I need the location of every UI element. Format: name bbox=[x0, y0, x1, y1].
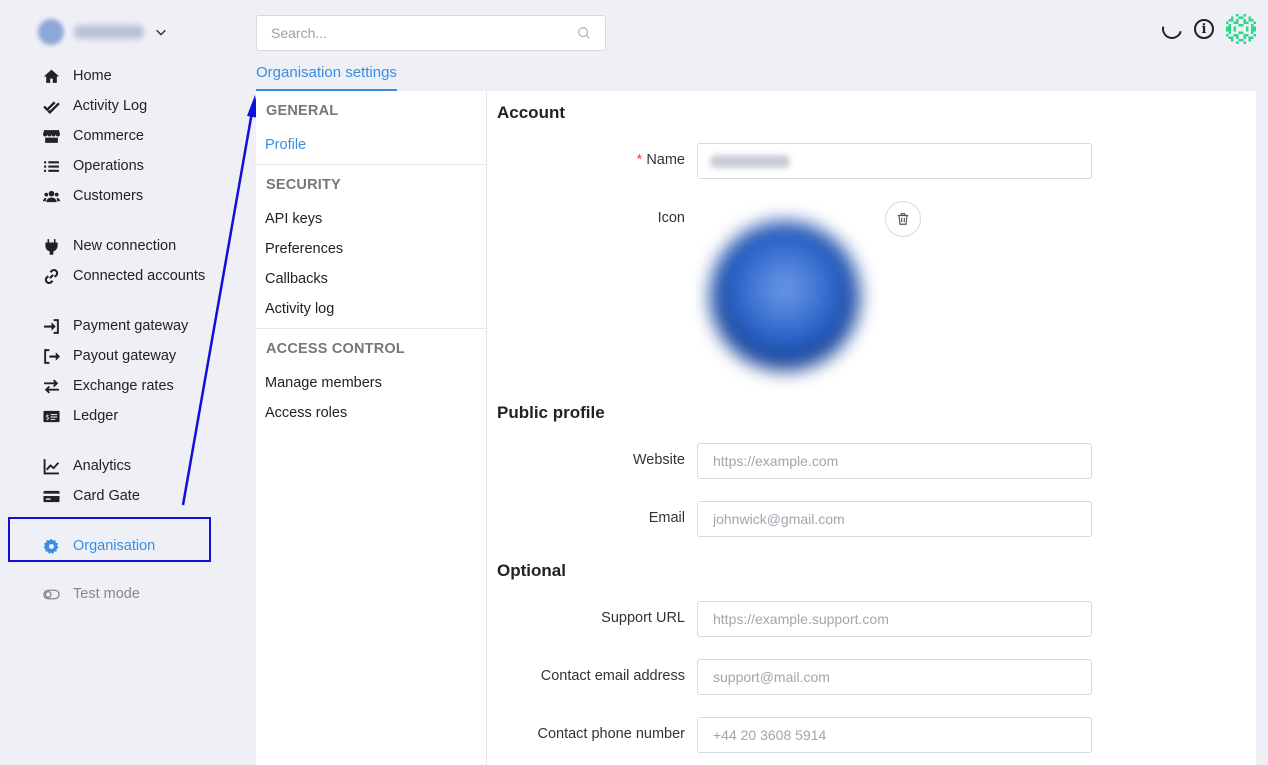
toggle-icon bbox=[40, 585, 62, 603]
loading-spinner-icon bbox=[1158, 15, 1186, 43]
required-mark: * bbox=[636, 152, 643, 168]
nav-label: New connection bbox=[73, 238, 177, 254]
exchange-icon bbox=[40, 377, 62, 395]
credit-card-icon bbox=[40, 487, 62, 505]
search-input[interactable] bbox=[271, 25, 577, 41]
heading-optional: Optional bbox=[497, 561, 566, 580]
sign-in-icon bbox=[40, 317, 62, 335]
nav-label: Operations bbox=[73, 158, 144, 174]
support-url-input[interactable] bbox=[697, 601, 1092, 637]
sidebar: Home Activity Log Commerce Operations Cu… bbox=[0, 0, 256, 765]
name-label-text: Name bbox=[646, 152, 685, 168]
org-icon-blurred bbox=[710, 220, 860, 371]
org-avatar bbox=[38, 19, 64, 45]
search-icon bbox=[578, 27, 590, 39]
section-heading-general: GENERAL bbox=[266, 103, 339, 119]
nav-item-analytics[interactable]: Analytics bbox=[40, 454, 131, 478]
sign-out-icon bbox=[40, 347, 62, 365]
settings-panel: GENERAL Profile SECURITY API keys Prefer… bbox=[256, 91, 1256, 765]
nav-item-commerce[interactable]: Commerce bbox=[40, 124, 144, 148]
trash-icon bbox=[897, 213, 909, 225]
divider bbox=[256, 164, 486, 165]
settings-subnav: GENERAL Profile SECURITY API keys Prefer… bbox=[256, 91, 487, 765]
name-value-blurred bbox=[710, 155, 790, 168]
delete-icon-button[interactable] bbox=[885, 201, 921, 237]
nav-item-customers[interactable]: Customers bbox=[40, 184, 143, 208]
contact-email-input[interactable] bbox=[697, 659, 1092, 695]
icon-label: Icon bbox=[657, 210, 685, 226]
org-icon-image[interactable] bbox=[691, 193, 879, 398]
contact-phone-label: Contact phone number bbox=[537, 726, 685, 742]
nav-item-operations[interactable]: Operations bbox=[40, 154, 144, 178]
plug-icon bbox=[40, 237, 62, 255]
email-input[interactable] bbox=[697, 501, 1092, 537]
nav-item-exchange-rates[interactable]: Exchange rates bbox=[40, 374, 174, 398]
annotation-highlight-box bbox=[8, 517, 211, 562]
subnav-item-access-roles[interactable]: Access roles bbox=[265, 405, 347, 421]
nav-label: Payout gateway bbox=[73, 348, 177, 364]
nav-item-home[interactable]: Home bbox=[40, 64, 112, 88]
chart-line-icon bbox=[40, 457, 62, 475]
heading-public-profile: Public profile bbox=[497, 403, 605, 422]
double-check-icon bbox=[40, 97, 62, 115]
subnav-item-preferences[interactable]: Preferences bbox=[265, 241, 343, 257]
nav-label: Customers bbox=[73, 188, 144, 204]
money-bill-icon: $ bbox=[40, 407, 62, 425]
support-url-label: Support URL bbox=[601, 610, 685, 626]
store-icon bbox=[40, 127, 62, 145]
nav-item-payout-gateway[interactable]: Payout gateway bbox=[40, 344, 176, 368]
nav-item-card-gate[interactable]: Card Gate bbox=[40, 484, 140, 508]
contact-email-label: Contact email address bbox=[540, 668, 685, 684]
nav-item-new-connection[interactable]: New connection bbox=[40, 234, 176, 258]
nav-item-payment-gateway[interactable]: Payment gateway bbox=[40, 314, 188, 338]
divider bbox=[256, 328, 486, 329]
nav-label: Analytics bbox=[73, 458, 132, 474]
org-name-blurred bbox=[74, 25, 144, 39]
search-box[interactable] bbox=[256, 15, 606, 51]
section-heading-access-control: ACCESS CONTROL bbox=[266, 341, 405, 357]
nav-label: Test mode bbox=[73, 586, 140, 602]
nav-item-connected-accounts[interactable]: Connected accounts bbox=[40, 264, 205, 288]
nav-label: Commerce bbox=[73, 128, 144, 144]
info-icon[interactable]: i bbox=[1194, 19, 1214, 39]
users-icon bbox=[40, 187, 62, 205]
nav-label: Activity Log bbox=[73, 98, 148, 114]
user-identicon-avatar[interactable] bbox=[1226, 14, 1256, 44]
name-label: * Name bbox=[485, 152, 685, 168]
subnav-item-callbacks[interactable]: Callbacks bbox=[265, 271, 328, 287]
contact-phone-input[interactable] bbox=[697, 717, 1092, 753]
test-mode-toggle[interactable]: Test mode bbox=[40, 582, 140, 606]
org-switcher[interactable] bbox=[38, 19, 168, 45]
tab-organisation-settings[interactable]: Organisation settings bbox=[256, 62, 397, 91]
nav-label: Exchange rates bbox=[73, 378, 174, 394]
subnav-item-activity-log[interactable]: Activity log bbox=[265, 301, 334, 317]
section-heading-security: SECURITY bbox=[266, 177, 341, 193]
website-input[interactable] bbox=[697, 443, 1092, 479]
svg-text:$: $ bbox=[45, 413, 49, 421]
subnav-item-manage-members[interactable]: Manage members bbox=[265, 375, 382, 391]
nav-label: Card Gate bbox=[73, 488, 140, 504]
subnav-item-profile[interactable]: Profile bbox=[265, 137, 306, 153]
email-label: Email bbox=[648, 510, 685, 526]
nav-label: Home bbox=[73, 68, 112, 84]
top-right-icons: i bbox=[1158, 14, 1256, 44]
nav-label: Payment gateway bbox=[73, 318, 189, 334]
home-icon bbox=[40, 67, 62, 85]
nav-label: Ledger bbox=[73, 408, 119, 424]
chevron-down-icon bbox=[156, 29, 166, 36]
nav-item-ledger[interactable]: $ Ledger bbox=[40, 404, 118, 428]
nav-item-activity-log[interactable]: Activity Log bbox=[40, 94, 147, 118]
website-label: Website bbox=[632, 452, 685, 468]
list-icon bbox=[40, 157, 62, 175]
nav-label: Connected accounts bbox=[73, 268, 206, 284]
subnav-item-api-keys[interactable]: API keys bbox=[265, 211, 322, 227]
name-field[interactable] bbox=[697, 143, 1092, 179]
heading-account: Account bbox=[497, 103, 565, 122]
link-icon bbox=[40, 267, 62, 285]
